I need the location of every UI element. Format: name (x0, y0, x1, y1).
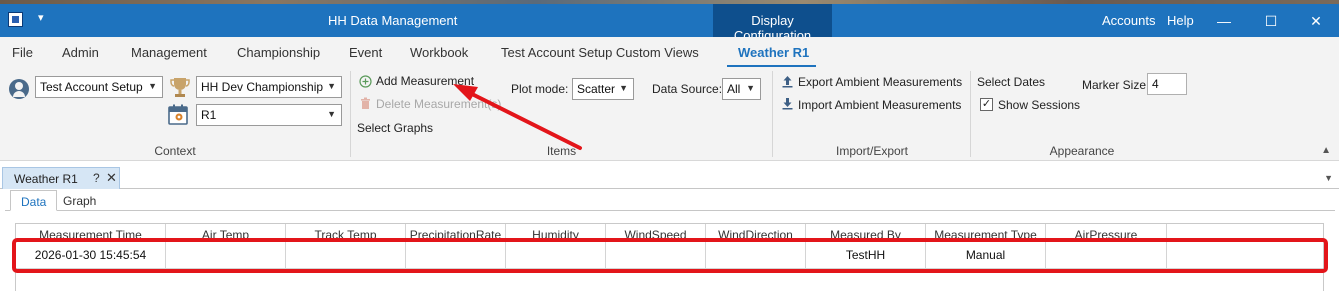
tab-workbook[interactable]: Workbook (410, 45, 468, 60)
group-label-items: Items (546, 144, 577, 158)
add-measurement-button[interactable]: Add Measurement (376, 74, 474, 88)
view-tabs: Data Graph (5, 190, 1335, 211)
tab-file[interactable]: File (12, 45, 33, 60)
group-label-context: Context (154, 144, 196, 158)
event-select-value: R1 (201, 108, 217, 122)
data-source-value: All (727, 82, 741, 96)
collapse-ribbon-icon[interactable]: ▲ (1321, 145, 1331, 156)
account-select-value: Test Account Setup (40, 80, 143, 94)
show-sessions-label: Show Sessions (998, 98, 1081, 112)
document-tab-label: Weather R1 (14, 172, 78, 186)
tab-data[interactable]: Data (10, 190, 58, 211)
document-tab-strip: Weather R1 ? ✕ ▼ (0, 167, 1339, 189)
chevron-down-icon: ▼ (148, 81, 157, 91)
marker-size-value: 4 (1152, 77, 1159, 91)
minimize-button[interactable]: — (1201, 8, 1247, 34)
championship-select-value: HH Dev Championship (201, 80, 324, 94)
marker-size-input[interactable]: 4 (1147, 73, 1187, 95)
plot-mode-label: Plot mode: (511, 82, 569, 96)
plot-mode-select[interactable]: Scatter ▼ (572, 78, 634, 100)
import-ambient-measurements-button[interactable]: Import Ambient Measurements (798, 98, 961, 112)
ribbon: Test Account Setup ▼ HH Dev Championship… (0, 67, 1339, 161)
plus-circle-icon (359, 75, 372, 88)
tab-list-dropdown-icon[interactable]: ▼ (1324, 173, 1333, 183)
tab-graph[interactable]: Graph (53, 190, 106, 211)
maximize-button[interactable]: ☐ (1248, 8, 1294, 34)
window-title: HH Data Management (328, 13, 458, 28)
accounts-link[interactable]: Accounts (1102, 13, 1155, 28)
document-tab-weather-r1[interactable]: Weather R1 ? ✕ (2, 167, 120, 189)
close-button[interactable]: ✕ (1293, 8, 1339, 34)
tab-management[interactable]: Management (131, 45, 207, 60)
data-source-select[interactable]: All ▼ (722, 78, 761, 100)
annotation-highlight-box (12, 238, 1328, 273)
close-tab-icon[interactable]: ✕ (106, 170, 117, 186)
select-graphs-button[interactable]: Select Graphs (357, 121, 433, 135)
data-source-label: Data Source: (652, 82, 723, 96)
user-icon (9, 79, 29, 99)
help-link[interactable]: Help (1167, 13, 1194, 28)
app-logo-icon[interactable] (8, 12, 23, 27)
trophy-icon (170, 78, 190, 97)
chevron-down-icon: ▼ (619, 83, 628, 93)
upload-arrow-icon (782, 76, 793, 88)
chevron-down-icon: ▼ (327, 81, 336, 91)
select-dates-button[interactable]: Select Dates (977, 75, 1045, 89)
show-sessions-checkbox[interactable]: ✓ (980, 98, 993, 111)
help-icon[interactable]: ? (93, 171, 100, 185)
tab-event[interactable]: Event (349, 45, 382, 60)
marker-size-label: Marker Size (1082, 78, 1147, 92)
tab-test-account-setup-custom-views[interactable]: Test Account Setup Custom Views (501, 45, 699, 60)
trash-icon (361, 97, 370, 109)
chevron-down-icon: ▼ (746, 83, 755, 93)
calendar-pin-icon (168, 104, 188, 125)
chevron-down-icon: ▼ (327, 109, 336, 119)
tab-weather-r1[interactable]: Weather R1 (738, 45, 809, 60)
delete-measurements-button[interactable]: Delete Measurement(s) (376, 97, 501, 111)
export-ambient-measurements-button[interactable]: Export Ambient Measurements (798, 75, 962, 89)
tab-championship[interactable]: Championship (237, 45, 320, 60)
title-bar: ▾ HH Data Management Display Configurati… (0, 4, 1339, 43)
championship-select[interactable]: HH Dev Championship ▼ (196, 76, 342, 98)
group-label-appearance: Appearance (1049, 144, 1115, 158)
tab-admin[interactable]: Admin (62, 45, 99, 60)
plot-mode-value: Scatter (577, 82, 616, 96)
event-select[interactable]: R1 ▼ (196, 104, 342, 126)
download-arrow-icon (782, 98, 793, 110)
account-select[interactable]: Test Account Setup ▼ (35, 76, 163, 98)
context-tab-display-configuration[interactable]: Display Configuration (713, 4, 832, 43)
quick-access-dropdown-icon[interactable]: ▾ (38, 11, 44, 24)
ribbon-tab-bar: File Admin Management Championship Event… (0, 37, 1339, 67)
group-label-import-export: Import/Export (835, 144, 909, 158)
